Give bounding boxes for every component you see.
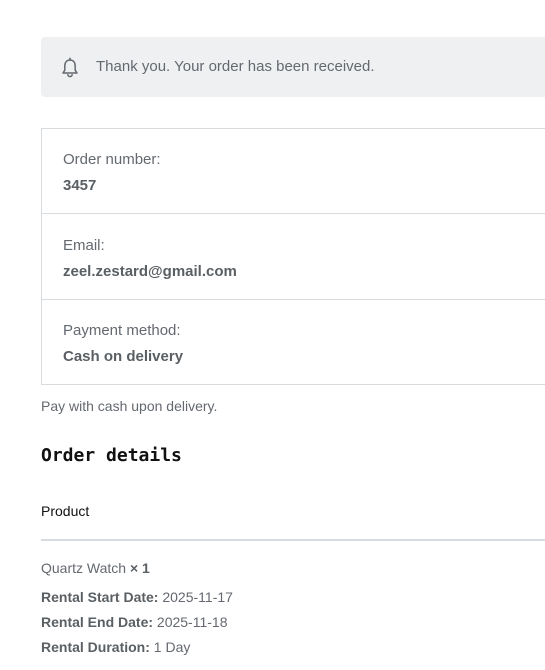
rental-duration-value: 1 Day: [153, 639, 191, 655]
order-item: Quartz Watch × 1: [41, 560, 150, 576]
product-name: Quartz Watch: [41, 560, 127, 576]
order-number-row: Order number: 3457: [42, 129, 545, 214]
rental-start-date: Rental Start Date: 2025-11-17: [41, 589, 233, 605]
payment-instructions: Pay with cash upon delivery.: [41, 398, 218, 414]
rental-end-date-label: Rental End Date:: [41, 614, 154, 630]
rental-start-date-label: Rental Start Date:: [41, 589, 159, 605]
rental-duration: Rental Duration: 1 Day: [41, 639, 190, 655]
table-divider: [41, 539, 545, 541]
order-received-notice: Thank you. Your order has been received.: [41, 37, 545, 97]
payment-method-value: Cash on delivery: [63, 348, 184, 365]
email-label: Email:: [63, 237, 105, 254]
rental-end-date: Rental End Date: 2025-11-18: [41, 614, 227, 630]
notice-message: Thank you. Your order has been received.: [96, 58, 375, 75]
bell-icon: [60, 57, 80, 79]
email-value: zeel.zestard@gmail.com: [63, 263, 237, 280]
payment-method-row: Payment method: Cash on delivery: [42, 300, 545, 385]
order-number-value: 3457: [63, 177, 97, 194]
email-row: Email: zeel.zestard@gmail.com: [42, 215, 545, 300]
order-number-label: Order number:: [63, 151, 161, 168]
order-overview: Order number: 3457 Email: zeel.zestard@g…: [41, 128, 545, 385]
rental-end-date-value: 2025-11-18: [156, 614, 228, 630]
rental-start-date-value: 2025-11-17: [162, 589, 233, 605]
product-column-header: Product: [41, 503, 90, 519]
rental-duration-label: Rental Duration:: [41, 639, 150, 655]
product-quantity: × 1: [129, 560, 150, 576]
payment-method-label: Payment method:: [63, 322, 181, 339]
order-details-heading: Order details: [41, 445, 182, 466]
